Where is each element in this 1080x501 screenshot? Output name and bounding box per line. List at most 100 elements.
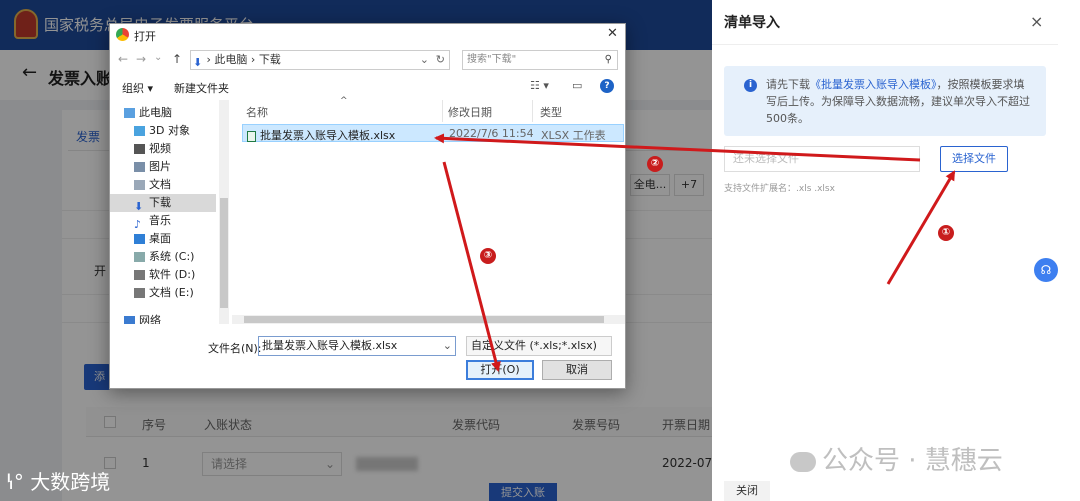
column-separator xyxy=(442,100,443,122)
headset-support-icon[interactable]: ☊ xyxy=(1034,258,1058,282)
filename-label: 文件名(N): xyxy=(208,342,262,355)
open-file-dialog: 打开 ✕ ← → ⌄ ↑ ⬇ › 此电脑 › 下载 ⌄ ↻ 搜索"下载" ⚲ 组… xyxy=(109,23,626,389)
tree-item-this-pc[interactable]: 此电脑 xyxy=(124,104,216,122)
panel-title: 清单导入 xyxy=(724,15,780,31)
filetype-select[interactable]: 自定义文件 (*.xls;*.xlsx) xyxy=(466,336,612,356)
tree-item-videos[interactable]: 视频 xyxy=(134,140,216,158)
column-separator xyxy=(532,100,533,122)
drive-icon xyxy=(134,270,145,280)
watermark-brand: ꝇ° 大数跨境 xyxy=(6,466,110,495)
scroll-thumb[interactable] xyxy=(244,316,604,323)
music-icon: ♪ xyxy=(134,218,142,231)
dialog-title: 打开 xyxy=(134,30,156,43)
filename-input[interactable]: 批量发票入账导入模板.xlsx ⌄ xyxy=(258,336,456,356)
download-folder-icon: ⬇ xyxy=(193,56,203,69)
breadcrumb-item[interactable]: 下载 xyxy=(259,53,281,66)
panel-divider xyxy=(712,44,1058,45)
chrome-icon xyxy=(116,28,129,41)
drive-icon xyxy=(134,288,145,298)
tree-item-desktop[interactable]: 桌面 xyxy=(134,230,216,248)
tree-item-drive-d[interactable]: 软件 (D:) xyxy=(134,266,216,284)
file-name-field[interactable]: 还未选择文件 xyxy=(724,146,920,172)
info-alert: i 请先下载《批量发票入账导入模板》，按照模板要求填写后上传。为保障导入数据流畅… xyxy=(724,66,1046,136)
tree-scrollbar[interactable] xyxy=(219,100,229,324)
tree-label: 此电脑 xyxy=(139,106,172,119)
file-list: 名称 ^ 修改日期 类型 批量发票入账导入模板.xlsx 2022/7/6 11… xyxy=(232,96,625,324)
tree-item-downloads[interactable]: ⬇ 下载 xyxy=(110,194,216,213)
brand-logo-icon: ꝇ° xyxy=(6,470,24,494)
scroll-thumb[interactable] xyxy=(220,198,228,308)
computer-icon xyxy=(124,108,135,118)
document-icon xyxy=(134,180,145,190)
extension-hint: 支持文件扩展名：.xls .xlsx xyxy=(724,184,835,194)
file-modified: 2022/7/6 11:54 xyxy=(449,127,534,140)
close-button[interactable]: 关闭 xyxy=(724,481,770,501)
tree-label: 网络 xyxy=(139,314,161,324)
desktop-icon xyxy=(134,234,145,244)
tree-label: 图片 xyxy=(149,160,171,173)
step-badge-3: ③ xyxy=(480,248,496,264)
wechat-icon xyxy=(790,451,816,472)
tree-item-documents[interactable]: 文档 xyxy=(134,176,216,194)
watermark-text: 大数跨境 xyxy=(30,470,111,494)
column-modified[interactable]: 修改日期 xyxy=(448,104,492,120)
file-type: XLSX 工作表 xyxy=(541,129,606,142)
address-bar[interactable]: ⬇ › 此电脑 › 下载 ⌄ ↻ xyxy=(190,50,450,70)
search-icon: ⚲ xyxy=(604,54,612,65)
cancel-button[interactable]: 取消 xyxy=(542,360,612,380)
info-text: 请先下载《批量发票入账导入模板》，按照模板要求填写后上传。为保障导入数据流畅，建… xyxy=(766,76,1032,127)
file-row[interactable]: 批量发票入账导入模板.xlsx 2022/7/6 11:54 XLSX 工作表 xyxy=(242,124,624,142)
tree-item-drive-c[interactable]: 系统 (C:) xyxy=(134,248,216,266)
new-folder-button[interactable]: 新建文件夹 xyxy=(174,80,229,96)
info-prefix: 请先下载 xyxy=(766,78,810,91)
step-badge-2: ② xyxy=(647,156,663,172)
forward-icon[interactable]: → xyxy=(136,52,146,66)
horizontal-scrollbar[interactable] xyxy=(232,315,625,324)
tree-item-music[interactable]: ♪ 音乐 xyxy=(134,212,216,231)
tree-label: 下载 xyxy=(149,196,171,209)
view-options-icon[interactable]: ☷ ▾ xyxy=(530,79,549,92)
tree-label: 软件 (D:) xyxy=(149,268,196,281)
chevron-down-icon[interactable]: ⌄ xyxy=(420,51,429,69)
picture-icon xyxy=(134,162,145,172)
tree-item-drive-e[interactable]: 文档 (E:) xyxy=(134,284,216,302)
search-input[interactable]: 搜索"下载" ⚲ xyxy=(462,50,618,70)
step-badge-1: ① xyxy=(938,225,954,241)
info-icon: i xyxy=(744,79,757,92)
back-icon[interactable]: ← xyxy=(118,52,128,66)
download-icon: ⬇ xyxy=(134,200,144,213)
navigation-bar: ← → ⌄ ↑ ⬇ › 此电脑 › 下载 ⌄ ↻ 搜索"下载" ⚲ xyxy=(110,49,625,71)
filetype-value: 自定义文件 (*.xls;*.xlsx) xyxy=(471,339,597,352)
file-name: 批量发票入账导入模板.xlsx xyxy=(247,127,395,143)
breadcrumb-separator: › xyxy=(247,53,259,66)
open-button[interactable]: 打开(O) xyxy=(466,360,534,380)
dialog-toolbar: 组织 ▾ 新建文件夹 ☷ ▾ ▭ ? xyxy=(110,76,625,98)
column-type[interactable]: 类型 xyxy=(540,104,562,120)
tree-item-3d-objects[interactable]: 3D 对象 xyxy=(134,122,216,140)
refresh-icon[interactable]: ↻ xyxy=(436,51,445,69)
tree-label: 桌面 xyxy=(149,232,171,245)
organize-menu[interactable]: 组织 ▾ xyxy=(122,80,153,96)
network-icon xyxy=(124,316,135,324)
breadcrumb-item[interactable]: 此电脑 xyxy=(214,53,247,66)
chevron-down-icon[interactable]: ⌄ xyxy=(154,52,162,63)
choose-file-button[interactable]: 选择文件 xyxy=(940,146,1008,172)
tree-item-network[interactable]: 网络 xyxy=(124,312,216,324)
filename-value: 批量发票入账导入模板.xlsx xyxy=(262,339,398,352)
template-download-link[interactable]: 《批量发票入账导入模板》 xyxy=(810,78,937,91)
tree-item-pictures[interactable]: 图片 xyxy=(134,158,216,176)
help-icon[interactable]: ? xyxy=(600,79,614,93)
drive-icon xyxy=(134,252,145,262)
dialog-titlebar: 打开 ✕ xyxy=(110,24,625,46)
file-name-text: 批量发票入账导入模板.xlsx xyxy=(260,129,396,142)
tree-label: 音乐 xyxy=(149,214,171,227)
up-icon[interactable]: ↑ xyxy=(172,52,182,66)
tree-label: 文档 (E:) xyxy=(149,286,194,299)
column-name[interactable]: 名称 xyxy=(246,104,268,120)
chevron-down-icon[interactable]: ⌄ xyxy=(443,337,452,355)
tree-label: 视频 xyxy=(149,142,171,155)
tree-label: 系统 (C:) xyxy=(149,250,195,263)
preview-pane-icon[interactable]: ▭ xyxy=(572,79,582,92)
close-icon[interactable]: × xyxy=(1030,12,1043,31)
close-icon[interactable]: ✕ xyxy=(607,26,618,41)
